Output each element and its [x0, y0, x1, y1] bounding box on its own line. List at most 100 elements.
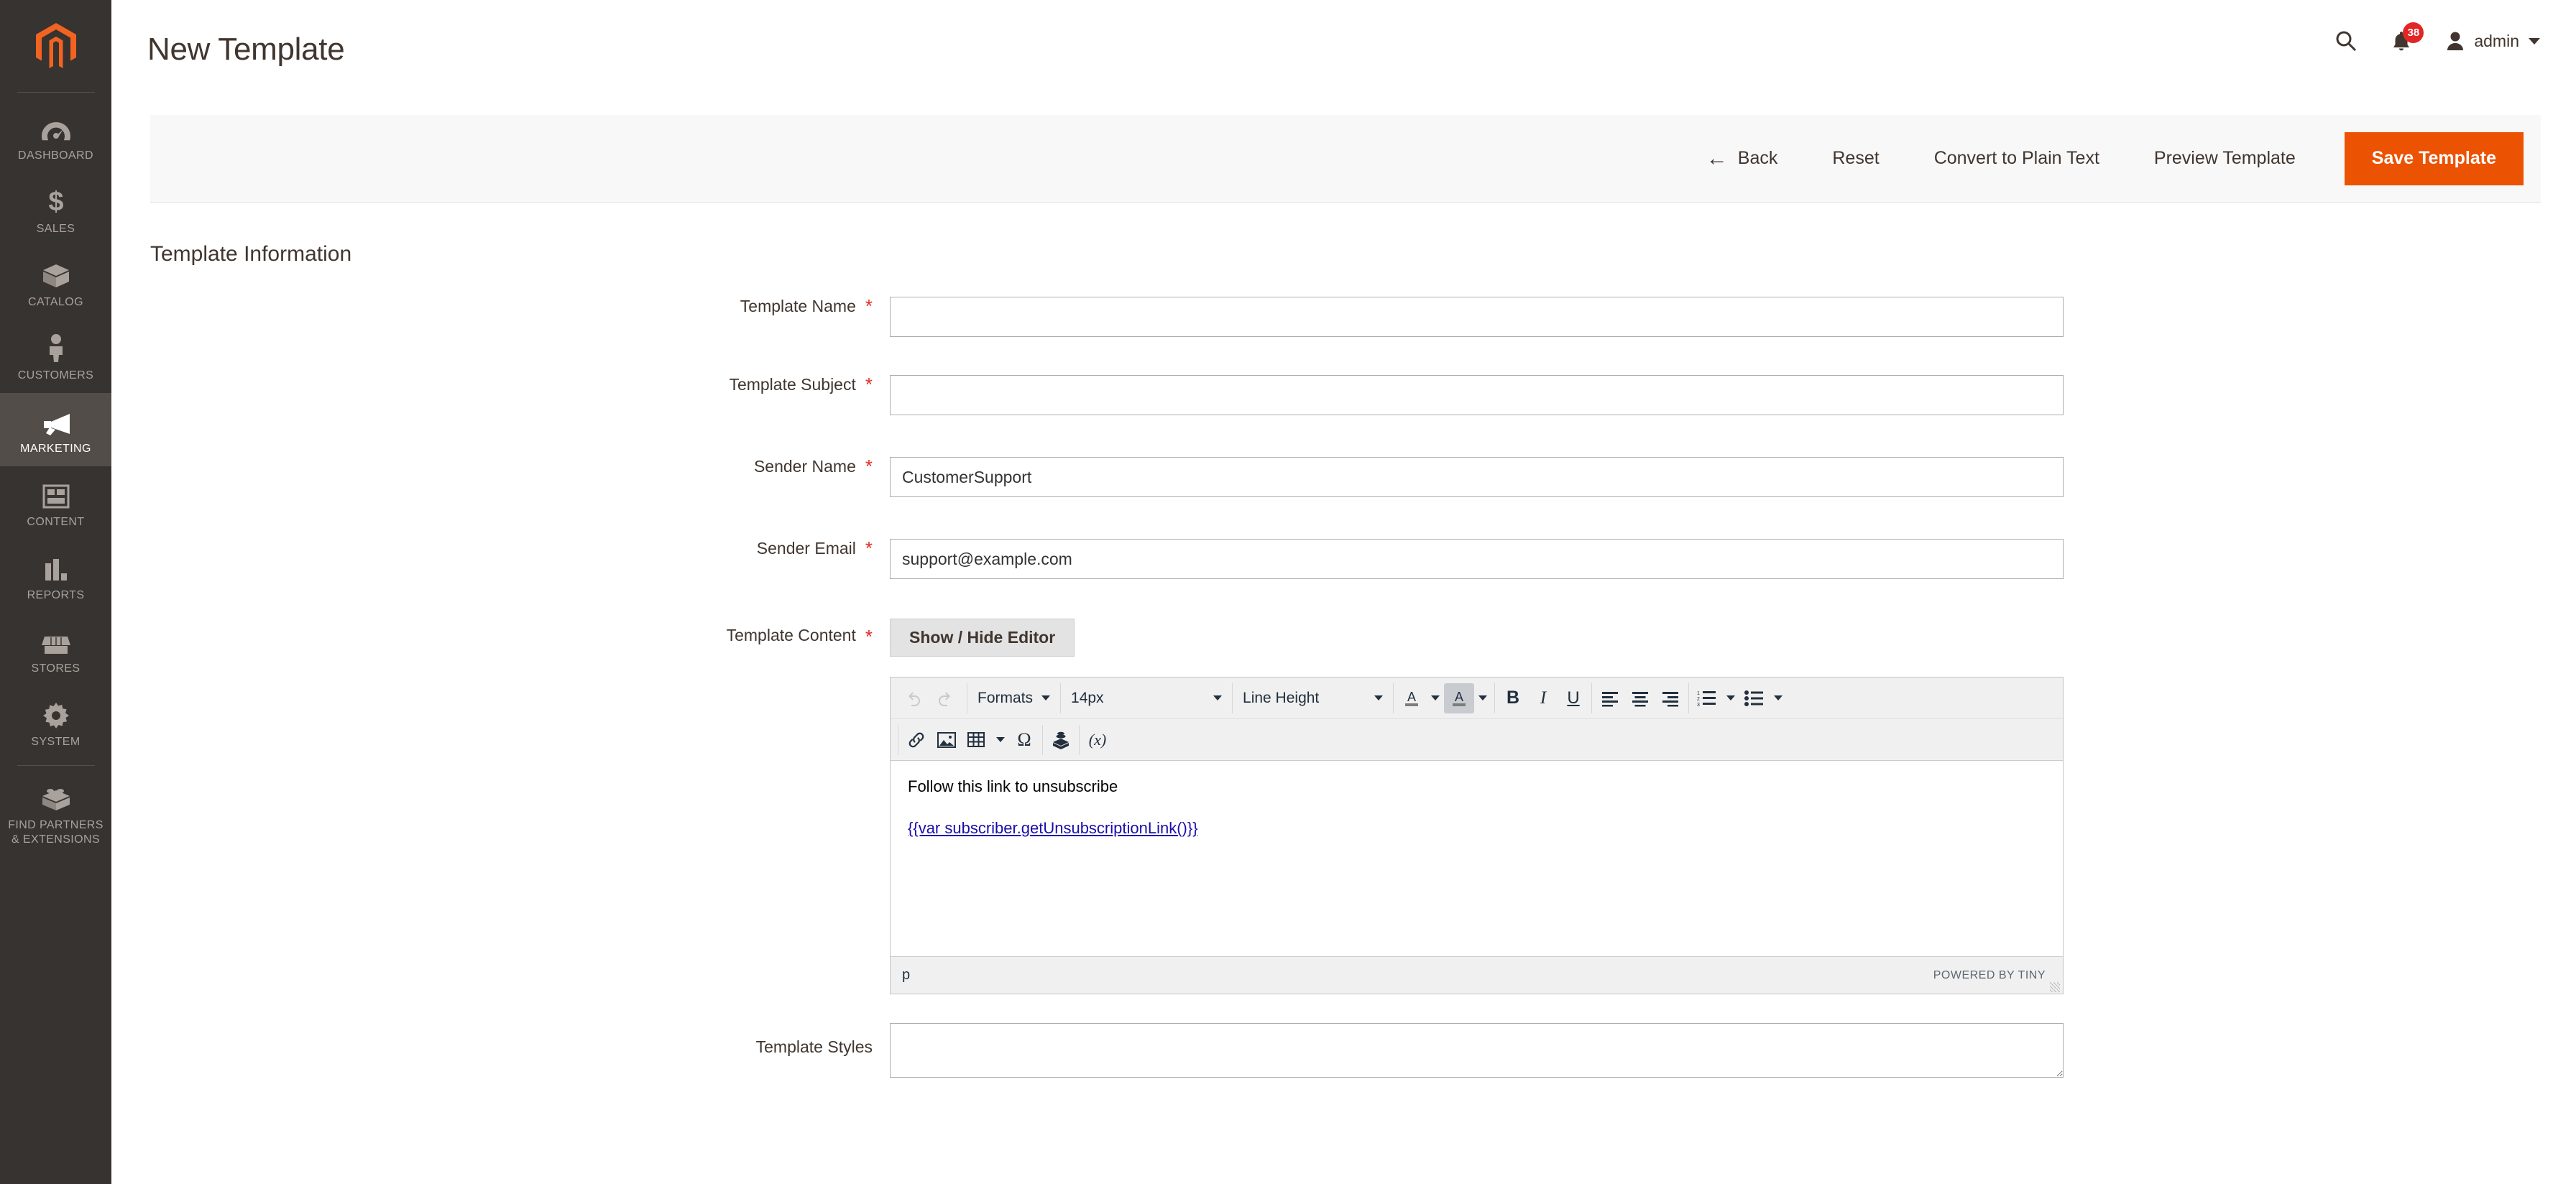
field-row-sender-email: Sender Email *	[150, 539, 2541, 579]
sidebar-divider-top	[17, 92, 95, 93]
sidebar-item-sales[interactable]: $ SALES	[0, 173, 111, 246]
align-left-icon[interactable]	[1595, 683, 1625, 713]
preview-button-label: Preview Template	[2153, 148, 2296, 168]
unsubscribe-variable-link[interactable]: {{var subscriber.getUnsubscriptionLink()…	[908, 819, 1198, 837]
table-dropdown-arrow[interactable]	[992, 725, 1009, 755]
template-name-label-wrap: Template Name *	[150, 297, 873, 315]
toolbar-separator	[1591, 683, 1593, 713]
sender-name-control	[890, 457, 2064, 497]
sidebar-item-content[interactable]: CONTENT	[0, 466, 111, 540]
bulleted-list-icon[interactable]	[1739, 683, 1770, 713]
bulleted-list-dropdown-arrow[interactable]	[1770, 683, 1787, 713]
font-size-dropdown[interactable]: 14px	[1064, 683, 1229, 713]
sidebar-item-marketing[interactable]: MARKETING	[0, 393, 111, 466]
customers-person-icon	[47, 332, 65, 362]
template-subject-input[interactable]	[890, 375, 2064, 415]
preview-template-button[interactable]: Preview Template	[2127, 115, 2323, 202]
sidebar-item-find-partners-extensions[interactable]: FIND PARTNERS & EXTENSIONS	[0, 773, 111, 854]
sidebar-item-system[interactable]: SYSTEM	[0, 686, 111, 759]
table-icon[interactable]	[962, 725, 992, 755]
field-row-template-subject: Template Subject *	[150, 375, 2541, 415]
formats-dropdown[interactable]: Formats	[970, 683, 1057, 713]
magento-widget-icon[interactable]	[1046, 725, 1076, 755]
sidebar-item-stores[interactable]: STORES	[0, 613, 111, 686]
field-row-template-content: Template Content * Show / Hide Editor Fo…	[150, 619, 2541, 994]
required-asterisk: *	[865, 374, 873, 395]
toolbar-separator	[1042, 724, 1043, 755]
notifications-button[interactable]: 38	[2391, 22, 2424, 52]
insert-variable-button[interactable]: (x)	[1082, 725, 1113, 755]
numbered-list-icon[interactable]: 123	[1692, 683, 1722, 713]
link-icon[interactable]	[901, 725, 932, 755]
sidebar-item-label: MARKETING	[20, 442, 91, 455]
template-name-input[interactable]	[890, 297, 2064, 337]
bold-button[interactable]: B	[1498, 683, 1528, 713]
convert-to-plain-text-button[interactable]: Convert to Plain Text	[1907, 115, 2127, 202]
resize-grip-icon[interactable]	[2050, 982, 2060, 992]
element-path[interactable]: p	[902, 967, 910, 984]
toolbar-separator	[1393, 683, 1394, 713]
template-styles-label: Template Styles	[755, 1037, 873, 1056]
required-asterisk: *	[865, 626, 873, 647]
chevron-down-icon	[1726, 695, 1736, 700]
sidebar-item-reports[interactable]: REPORTS	[0, 540, 111, 613]
template-styles-label-wrap: Template Styles	[150, 1023, 873, 1055]
sender-name-label-wrap: Sender Name *	[150, 457, 873, 476]
required-asterisk: *	[865, 455, 873, 477]
chevron-down-icon	[2529, 37, 2540, 45]
admin-user-menu[interactable]: admin	[2446, 31, 2540, 51]
underline-button[interactable]: U	[1558, 683, 1588, 713]
search-icon[interactable]	[2335, 30, 2357, 52]
underline-label: U	[1567, 688, 1580, 708]
back-button[interactable]: ← Back	[1679, 115, 1806, 202]
template-name-label: Template Name	[740, 296, 856, 315]
reset-button[interactable]: Reset	[1805, 115, 1906, 202]
sidebar-item-label: CATALOG	[28, 295, 83, 308]
editor-paragraph: Follow this link to unsubscribe	[908, 777, 1118, 795]
field-row-sender-name: Sender Name *	[150, 457, 2541, 497]
back-button-label: Back	[1737, 148, 1778, 168]
save-button-label: Save Template	[2371, 148, 2496, 168]
stores-storefront-icon	[41, 625, 70, 655]
template-styles-textarea[interactable]	[890, 1023, 2064, 1078]
align-right-icon[interactable]	[1655, 683, 1685, 713]
redo-icon[interactable]	[929, 683, 960, 713]
sidebar-item-catalog[interactable]: CATALOG	[0, 246, 111, 320]
sender-name-input[interactable]	[890, 457, 2064, 497]
reports-bar-chart-icon	[44, 552, 68, 582]
header-tools: 38 admin	[2335, 22, 2540, 52]
chevron-down-icon	[1478, 695, 1488, 700]
text-color-dropdown-arrow[interactable]	[1427, 683, 1444, 713]
show-hide-editor-button[interactable]: Show / Hide Editor	[890, 619, 1075, 657]
template-subject-label-wrap: Template Subject *	[150, 375, 873, 394]
svg-text:3: 3	[1697, 703, 1700, 707]
numbered-list-dropdown-arrow[interactable]	[1722, 683, 1739, 713]
text-color-icon[interactable]: A	[1397, 683, 1427, 713]
sidebar-item-customers[interactable]: CUSTOMERS	[0, 320, 111, 393]
toolbar-separator	[1688, 683, 1690, 713]
image-icon[interactable]	[932, 725, 962, 755]
italic-button[interactable]: I	[1528, 683, 1558, 713]
sidebar-item-label: CONTENT	[27, 515, 85, 528]
wysiwyg-editor: Formats 14px Line Height A A B I U 1 2 3…	[890, 677, 2064, 994]
save-template-button[interactable]: Save Template	[2344, 131, 2524, 185]
chevron-down-icon	[1041, 695, 1051, 700]
line-height-dropdown[interactable]: Line Height	[1236, 683, 1390, 713]
admin-sidebar: DASHBOARD $ SALES CATALOG CUSTOMERS MARK…	[0, 0, 111, 1184]
sender-email-input[interactable]	[890, 539, 2064, 579]
background-color-icon[interactable]: A	[1444, 683, 1475, 713]
chevron-down-icon	[1774, 695, 1783, 700]
toolbar-separator	[1232, 683, 1233, 713]
admin-user-name: admin	[2474, 31, 2519, 50]
undo-icon[interactable]	[899, 683, 929, 713]
magento-logo[interactable]	[0, 0, 111, 92]
align-center-icon[interactable]	[1625, 683, 1655, 713]
sidebar-item-label: SYSTEM	[31, 735, 80, 748]
special-character-omega-icon[interactable]: Ω	[1009, 725, 1039, 755]
sidebar-item-dashboard[interactable]: DASHBOARD	[0, 100, 111, 173]
history-group	[895, 683, 964, 713]
editor-content-area[interactable]: Follow this link to unsubscribe {{var su…	[891, 761, 2063, 956]
extensions-brick-icon	[41, 782, 71, 812]
template-name-control	[890, 297, 2064, 337]
background-color-dropdown-arrow[interactable]	[1474, 683, 1491, 713]
